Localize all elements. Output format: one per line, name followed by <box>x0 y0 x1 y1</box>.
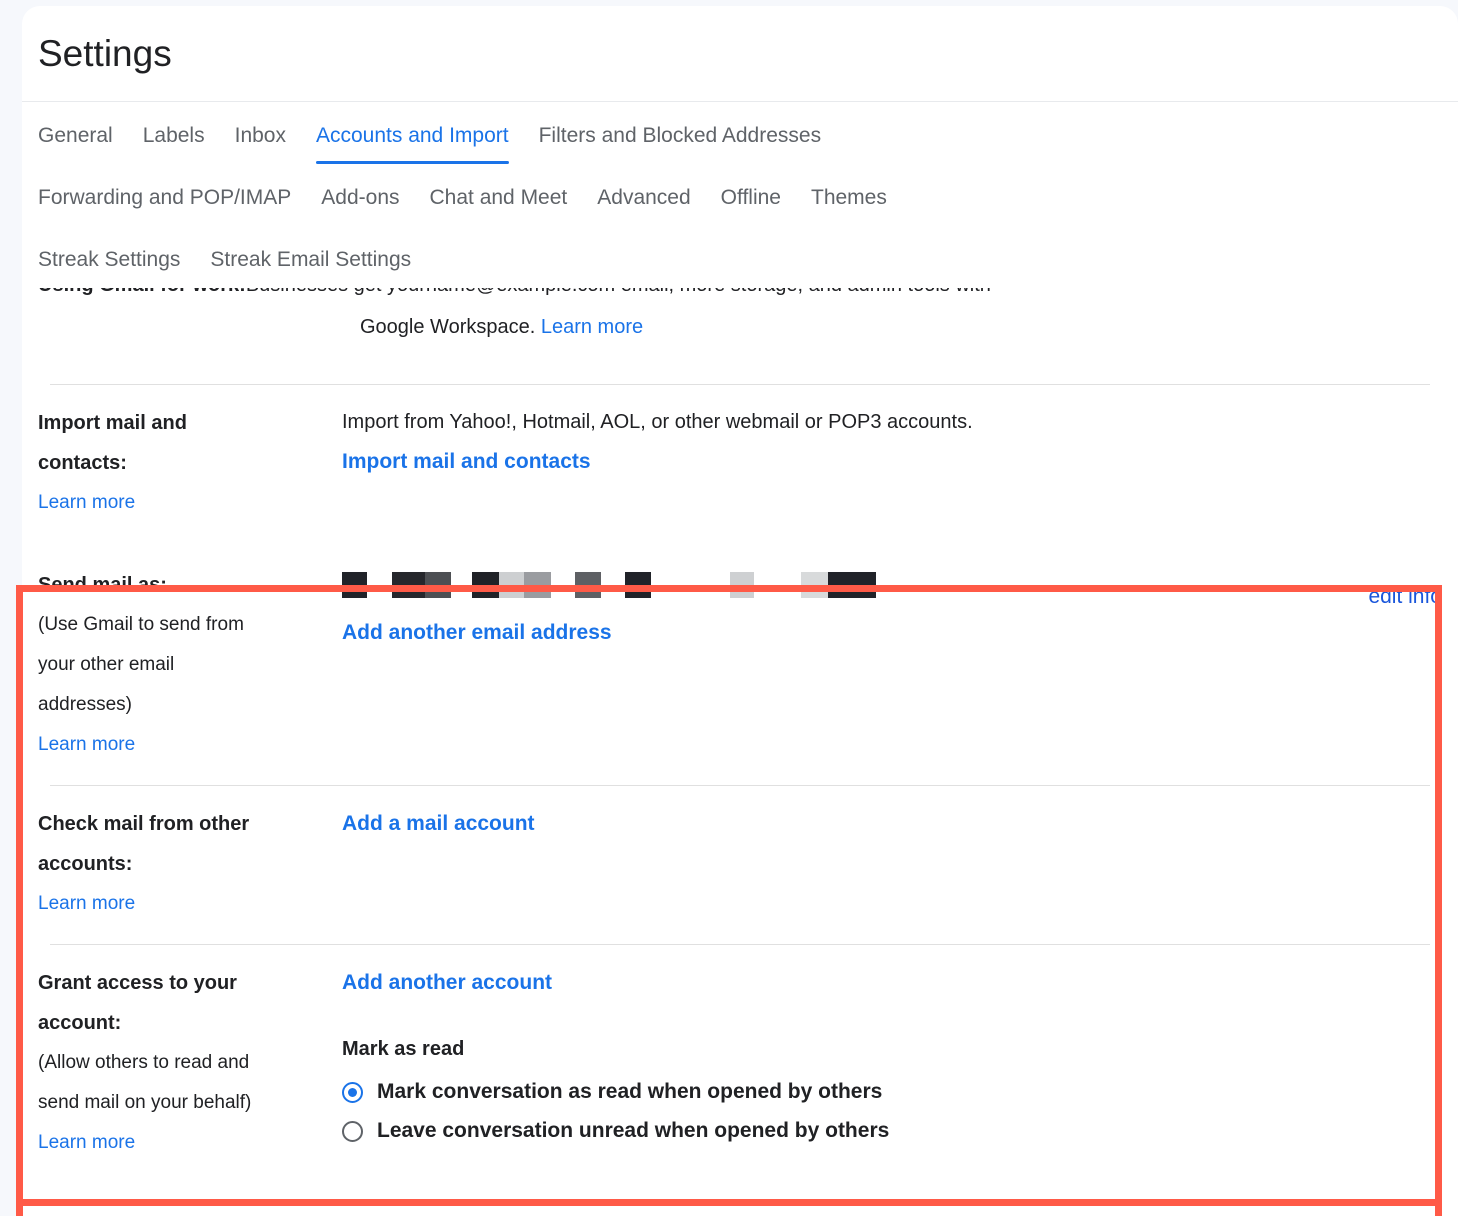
using-gmail-for-work-label: Using Gmail for work: <box>38 288 246 296</box>
redaction-block <box>425 572 451 598</box>
import-mail-learn-more-link[interactable]: Learn more <box>38 483 342 523</box>
radio-leave-unread-icon[interactable] <box>342 1121 363 1142</box>
tab-labels[interactable]: Labels <box>143 116 205 164</box>
check-mail-field-cell: Add a mail account <box>342 804 1442 844</box>
redaction-block <box>342 572 367 598</box>
radio-option-mark-as-read[interactable]: Mark conversation as read when opened by… <box>342 1076 1442 1108</box>
redaction-block <box>575 572 601 598</box>
send-mail-as-field-cell: Add another email address edit info <box>342 565 1442 654</box>
radio-mark-as-read-icon[interactable] <box>342 1082 363 1103</box>
tab-row-2: Forwarding and POP/IMAP Add-ons Chat and… <box>38 178 1442 226</box>
grant-access-sub-line2: send mail on your behalf) <box>38 1083 342 1123</box>
check-mail-label-line1: Check mail from other <box>38 804 342 844</box>
tab-row-1: General Labels Inbox Accounts and Import… <box>38 116 1442 164</box>
grant-access-label-line2: account: <box>38 1003 342 1043</box>
highlight-annotation-box-bottom <box>16 1199 1442 1206</box>
tab-chat-and-meet[interactable]: Chat and Meet <box>430 178 568 226</box>
settings-card: Settings General Labels Inbox Accounts a… <box>22 6 1458 1216</box>
tab-offline[interactable]: Offline <box>721 178 781 226</box>
mark-as-read-header: Mark as read <box>342 1029 1442 1069</box>
page-title: Settings <box>38 33 172 75</box>
redaction-block <box>730 572 754 598</box>
tab-filters-and-blocked-addresses[interactable]: Filters and Blocked Addresses <box>539 116 821 164</box>
tab-add-ons[interactable]: Add-ons <box>321 178 399 226</box>
redacted-email-address <box>342 572 1442 600</box>
grant-access-sub-line1: (Allow others to read and <box>38 1043 342 1083</box>
row-import-mail-and-contacts: Import mail and contacts: Learn more Imp… <box>38 385 1442 543</box>
tab-themes[interactable]: Themes <box>811 178 887 226</box>
import-mail-label-line2: contacts: <box>38 443 342 483</box>
import-mail-label-line1: Import mail and <box>38 403 342 443</box>
tab-streak-email-settings[interactable]: Streak Email Settings <box>210 240 411 288</box>
settings-content: Using Gmail for work:Businesses get your… <box>22 288 1458 1183</box>
send-mail-as-label-cell: Send mail as: (Use Gmail to send from yo… <box>38 565 342 765</box>
grant-access-label-line1: Grant access to your <box>38 963 342 1003</box>
import-mail-description: Import from Yahoo!, Hotmail, AOL, or oth… <box>342 403 1442 441</box>
radio-option-leave-unread[interactable]: Leave conversation unread when opened by… <box>342 1115 1442 1147</box>
check-mail-label-line2: accounts: <box>38 844 342 884</box>
import-mail-label-cell: Import mail and contacts: Learn more <box>38 403 342 523</box>
add-another-account-link[interactable]: Add another account <box>342 963 552 1003</box>
redaction-block <box>828 572 876 598</box>
tab-accounts-and-import[interactable]: Accounts and Import <box>316 116 509 164</box>
radio-mark-as-read-label: Mark conversation as read when opened by… <box>377 1076 882 1108</box>
tab-general[interactable]: General <box>38 116 113 164</box>
tab-forwarding-and-pop-imap[interactable]: Forwarding and POP/IMAP <box>38 178 291 226</box>
tab-advanced[interactable]: Advanced <box>597 178 690 226</box>
redaction-block <box>472 572 499 598</box>
tab-inbox[interactable]: Inbox <box>235 116 286 164</box>
row-check-mail-from-other-accounts: Check mail from other accounts: Learn mo… <box>38 786 1442 944</box>
redaction-block <box>625 572 651 598</box>
import-mail-and-contacts-link[interactable]: Import mail and contacts <box>342 441 591 483</box>
redaction-block <box>392 572 425 598</box>
row-send-mail-as: Send mail as: (Use Gmail to send from yo… <box>38 543 1442 785</box>
settings-header: Settings <box>22 6 1458 102</box>
edit-info-link[interactable]: edit info <box>1368 583 1442 611</box>
settings-tabs: General Labels Inbox Accounts and Import… <box>22 102 1458 288</box>
redaction-block <box>499 572 524 598</box>
using-gmail-for-work-text: Businesses get yourname@example.com emai… <box>246 288 991 296</box>
gmail-for-work-learn-more-link[interactable]: Learn more <box>541 316 643 338</box>
send-mail-as-learn-more-link[interactable]: Learn more <box>38 725 342 765</box>
add-another-email-address-link[interactable]: Add another email address <box>342 612 612 654</box>
grant-access-label-cell: Grant access to your account: (Allow oth… <box>38 963 342 1163</box>
redaction-block <box>801 572 828 598</box>
send-mail-as-sub-line2: your other email <box>38 645 342 685</box>
send-mail-as-sub-line1: (Use Gmail to send from <box>38 605 342 645</box>
add-a-mail-account-link[interactable]: Add a mail account <box>342 804 535 844</box>
settings-screen: Settings General Labels Inbox Accounts a… <box>0 0 1458 1216</box>
check-mail-label-cell: Check mail from other accounts: Learn mo… <box>38 804 342 924</box>
import-mail-field-cell: Import from Yahoo!, Hotmail, AOL, or oth… <box>342 403 1442 483</box>
redaction-block <box>524 572 551 598</box>
tab-streak-settings[interactable]: Streak Settings <box>38 240 180 288</box>
check-mail-learn-more-link[interactable]: Learn more <box>38 884 342 924</box>
send-mail-as-label: Send mail as: <box>38 565 342 605</box>
grant-access-field-cell: Add another account Mark as read Mark co… <box>342 963 1442 1147</box>
tab-row-3: Streak Settings Streak Email Settings <box>38 240 1442 288</box>
using-gmail-for-work-text2: Google Workspace. <box>360 316 535 338</box>
row-using-gmail-for-work: Using Gmail for work:Businesses get your… <box>38 288 1442 384</box>
send-mail-as-sub-line3: addresses) <box>38 685 342 725</box>
row-grant-access-to-your-account: Grant access to your account: (Allow oth… <box>38 945 1442 1183</box>
radio-leave-unread-label: Leave conversation unread when opened by… <box>377 1115 889 1147</box>
grant-access-learn-more-link[interactable]: Learn more <box>38 1123 342 1163</box>
